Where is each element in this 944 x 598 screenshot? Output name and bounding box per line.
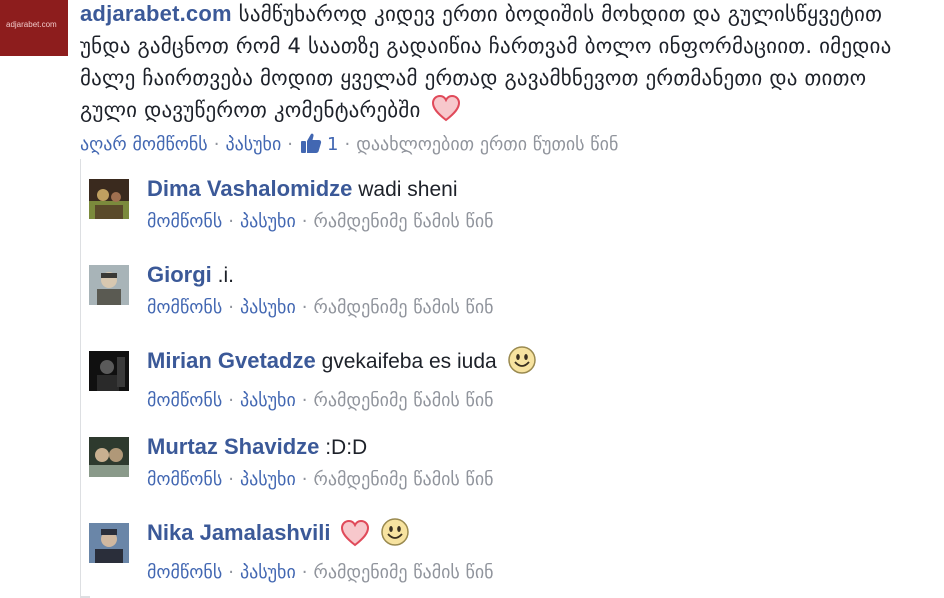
main-comment-body: adjarabet.com სამწუხაროდ კიდევ ერთი ბოდი… [80,0,920,164]
separator: · [344,134,351,155]
reply-body: Nika Jamalashvili მომწონს · პასუხი · რამ… [147,517,927,587]
separator: · [301,469,308,490]
reply-actions: მომწონს · პასუხი · რამდენიმე წამის წინ [147,387,927,415]
heart-icon [431,94,461,131]
reply-item: Dima Vashalomidze wadi sheni მომწონს · პას… [89,169,929,249]
reply-author-link[interactable]: Dima Vashalomidze [147,176,352,201]
like-button[interactable]: მომწონს [147,469,222,490]
like-button[interactable]: მომწონს [147,562,222,583]
like-button[interactable]: მომწონს [147,390,222,411]
reply-button[interactable]: პასუხი [240,297,296,318]
reply-body: Mirian Gvetadze gvekaifeba es iuda მომწო… [147,345,927,415]
reply-text: .i. [217,264,234,287]
reply-timestamp[interactable]: რამდენიმე წამის წინ [314,297,494,318]
reply-author-link[interactable]: Murtaz Shavidze [147,434,319,459]
avatar[interactable] [89,351,129,391]
reply-item: Giorgi .i. მომწონს · პასუხი · რამდენიმე წამი… [89,255,929,335]
heart-icon [340,519,370,557]
reply-timestamp[interactable]: რამდენიმე წამის წინ [314,562,494,583]
reply-timestamp[interactable]: რამდენიმე წამის წინ [314,390,494,411]
separator: · [301,562,308,583]
like-count[interactable]: 1 [327,134,338,155]
comment-author-link[interactable]: adjarabet.com [80,1,232,26]
avatar[interactable]: adjarabet.com [0,0,68,56]
reply-author-link[interactable]: Nika Jamalashvili [147,520,330,545]
reply-timestamp[interactable]: რამდენიმე წამის წინ [314,469,494,490]
separator: · [228,469,234,490]
separator: · [213,134,220,155]
reply-list: Dima Vashalomidze wadi sheni მომწონს · პას… [80,159,944,598]
smiley-emoji-icon [380,517,410,557]
reply-button[interactable]: პასუხი [240,469,296,490]
reply-text: :D:D [325,436,368,459]
reply-text: wadi sheni [358,178,458,201]
reply-text-block: Dima Vashalomidze wadi sheni [147,173,927,206]
reply-item: Murtaz Shavidze :D:D მომწონს · პასუხი · რამდ… [89,427,929,507]
separator: · [301,211,308,232]
comment-timestamp[interactable]: დაახლოებით ერთი წუთის წინ [356,134,618,155]
separator: · [228,297,234,318]
like-button[interactable]: მომწონს [147,211,222,232]
avatar-logo-text: adjarabet.com [6,20,57,29]
reply-button[interactable]: პასუხი [240,562,296,583]
smiley-emoji-icon [507,345,537,385]
reply-text-block: Mirian Gvetadze gvekaifeba es iuda [147,345,927,385]
separator: · [301,297,308,318]
reply-item: Mirian Gvetadze gvekaifeba es iuda მომწო… [89,341,929,421]
avatar[interactable] [89,179,129,219]
avatar[interactable] [89,265,129,305]
reply-body: Giorgi .i. მომწონს · პასუხი · რამდენიმე წამი… [147,259,927,322]
comment-thread: adjarabet.com adjarabet.com სამწუხაროდ კ… [0,0,944,598]
reply-timestamp[interactable]: რამდენიმე წამის წინ [314,211,494,232]
reply-text-block: Nika Jamalashvili [147,517,927,557]
reply-body: Murtaz Shavidze :D:D მომწონს · პასუხი · რამდ… [147,431,927,494]
separator: · [228,562,234,583]
reply-actions: მომწონს · პასუხი · რამდენიმე წამის წინ [147,208,927,236]
reply-button[interactable]: პასუხი [240,211,296,232]
separator: · [301,390,308,411]
comment-text-block: adjarabet.com სამწუხაროდ კიდევ ერთი ბოდი… [80,0,920,131]
avatar[interactable] [89,437,129,477]
reply-body: Dima Vashalomidze wadi sheni მომწონს · პას… [147,173,927,236]
reply-text-block: Murtaz Shavidze :D:D [147,431,927,464]
reply-text: gvekaifeba es iuda [321,350,497,373]
separator: · [228,211,234,232]
reply-actions: მომწონს · პასუხი · რამდენიმე წამის წინ [147,294,927,322]
reply-author-link[interactable]: Mirian Gvetadze [147,348,316,373]
reply-item: Nika Jamalashvili მომწონს · პასუხი · რამ… [89,513,929,593]
separator: · [287,134,293,155]
unlike-button[interactable]: აღარ მომწონს [80,134,208,155]
separator: · [228,390,234,411]
reply-author-link[interactable]: Giorgi [147,262,212,287]
reply-text-block: Giorgi .i. [147,259,927,292]
reply-button[interactable]: პასუხი [225,134,281,155]
like-button[interactable]: მომწონს [147,297,222,318]
avatar[interactable] [89,523,129,563]
reply-button[interactable]: პასუხი [240,390,296,411]
reply-actions: მომწონს · პასუხი · რამდენიმე წამის წინ [147,466,927,494]
reply-actions: მომწონს · პასუხი · რამდენიმე წამის წინ [147,559,927,587]
